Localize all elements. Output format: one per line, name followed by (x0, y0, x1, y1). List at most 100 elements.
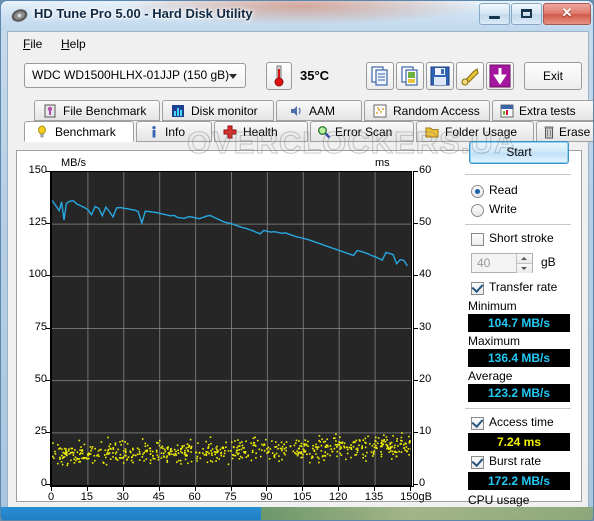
y-tick-150: 150 (28, 164, 47, 176)
drive-select[interactable]: WDC WD1500HLHX-01JJP (150 gB) (24, 63, 246, 88)
tab-random-access-label: Random Access (393, 104, 480, 118)
average-label: Average (468, 369, 513, 383)
menu-file[interactable]: File (14, 35, 51, 53)
short-stroke-unit: gB (541, 255, 556, 269)
health-cross-icon (223, 125, 237, 139)
download-arrow-icon (489, 64, 511, 88)
short-stroke-checkbox[interactable] (471, 233, 484, 246)
cpu-usage-label: CPU usage (468, 493, 530, 507)
scatter-icon (373, 104, 387, 118)
temperature-button[interactable] (266, 62, 292, 90)
start-button[interactable]: Start (469, 141, 569, 164)
x-tick-75: 75 (224, 491, 237, 503)
exit-button[interactable]: Exit (524, 62, 582, 90)
temperature-value: 35°C (300, 68, 330, 83)
lightbulb-icon (38, 125, 46, 138)
copy-button[interactable] (366, 62, 394, 90)
screenshot-button[interactable] (396, 62, 424, 90)
copy-icon (371, 66, 388, 86)
short-stroke-label: Short stroke (489, 231, 554, 245)
taskbar-strip-right (261, 507, 593, 520)
write-radio[interactable] (471, 204, 484, 217)
x-tick-135: 135 (364, 491, 384, 503)
y-tick-0: 0 (40, 477, 47, 489)
tab-benchmark-label: Benchmark (55, 125, 116, 139)
tab-random-access[interactable]: Random Access (364, 100, 490, 121)
transfer-rate-checkbox[interactable] (471, 282, 484, 295)
burst-rate-label: Burst rate (489, 454, 542, 468)
y-axis-title: MB/s (61, 157, 87, 169)
tab-extra-tests[interactable]: Extra tests (492, 100, 593, 121)
tab-info[interactable]: Info (136, 121, 212, 142)
read-radio[interactable] (471, 185, 484, 198)
maximize-button[interactable] (511, 3, 542, 25)
maximum-label: Maximum (468, 334, 521, 348)
menu-help-rest: elp (69, 37, 86, 51)
menu-file-rest: ile (30, 37, 43, 51)
access-time-value: 7.24 ms (468, 433, 570, 451)
tab-health[interactable]: Health (214, 121, 308, 142)
x-tick-105: 105 (293, 491, 312, 503)
x-axis-line (50, 486, 414, 487)
tab-extra-tests-label: Extra tests (519, 104, 576, 118)
speaker-icon (291, 106, 301, 116)
y-tick-125: 125 (28, 216, 47, 229)
x-tick-30: 30 (116, 491, 129, 503)
y2-tick-60: 60 (419, 164, 432, 176)
write-label: Write (489, 202, 517, 216)
tab-aam[interactable]: AAM (276, 100, 362, 121)
file-benchmark-icon (44, 104, 56, 118)
tab-benchmark[interactable]: Benchmark (24, 121, 134, 142)
benchmark-chart: MB/s ms 0 25 50 75 100 125 150 0 10 20 30 40 50 60 0… (23, 157, 453, 506)
burst-rate-value: 172.2 MB/s (468, 472, 570, 490)
close-button[interactable]: ✕ (543, 3, 591, 25)
drive-select-value: WDC WD1500HLHX-01JJP (150 gB) (32, 68, 230, 82)
bar-chart-icon (172, 105, 184, 117)
toolbar: WDC WD1500HLHX-01JJP (150 gB) 35°C Exit (8, 54, 588, 98)
spinner-down-button[interactable] (516, 263, 532, 273)
y2-tick-0: 0 (419, 477, 426, 489)
save-button[interactable] (426, 62, 454, 90)
extra-tests-icon (500, 104, 514, 118)
tab-disk-monitor-label: Disk monitor (191, 104, 258, 118)
y2-tick-50: 50 (419, 216, 432, 229)
y2-axis-line (413, 171, 414, 486)
minimize-button[interactable] (479, 3, 510, 25)
access-time-checkbox[interactable] (471, 417, 484, 430)
thermometer-icon (274, 65, 284, 87)
chevron-down-icon (229, 74, 237, 79)
access-time-label: Access time (489, 415, 554, 429)
x-tick-15: 15 (80, 491, 94, 503)
options-button[interactable] (456, 62, 484, 90)
y2-tick-40: 40 (419, 268, 432, 281)
x-tick-45: 45 (152, 491, 165, 503)
average-value: 123.2 MB/s (468, 384, 570, 402)
short-stroke-value: 40 (477, 256, 491, 270)
tab-error-scan[interactable]: Error Scan (310, 121, 414, 142)
wrench-icon (461, 68, 479, 86)
chart-canvas (52, 172, 411, 485)
x-tick-60: 60 (188, 491, 201, 503)
tab-file-benchmark-label: File Benchmark (63, 104, 147, 118)
titlebar[interactable]: HD Tune Pro 5.00 - Hard Disk Utility ✕ (1, 1, 593, 31)
short-stroke-input[interactable]: 40 (471, 253, 533, 273)
burst-rate-checkbox[interactable] (471, 456, 484, 469)
spinner-up-button[interactable] (516, 254, 532, 263)
minimum-value: 104.7 MB/s (468, 314, 570, 332)
folder-icon (425, 127, 439, 138)
tab-file-benchmark[interactable]: File Benchmark (34, 100, 160, 121)
download-button[interactable] (486, 62, 514, 90)
y2-tick-30: 30 (419, 320, 432, 333)
maximum-value: 136.4 MB/s (468, 349, 570, 367)
y-tick-50: 50 (34, 372, 47, 385)
benchmark-controls: Start Read Write Short stroke 40 gB Tran… (463, 127, 575, 520)
start-label: Start (506, 145, 532, 159)
window-title: HD Tune Pro 5.00 - Hard Disk Utility (34, 6, 253, 21)
tab-health-label: Health (243, 125, 278, 139)
read-label: Read (489, 183, 518, 197)
close-icon: ✕ (561, 5, 573, 20)
menu-help[interactable]: Help (52, 35, 95, 53)
hd-tune-icon (11, 9, 28, 22)
chart-plot-area (51, 171, 412, 486)
tab-disk-monitor[interactable]: Disk monitor (162, 100, 274, 121)
